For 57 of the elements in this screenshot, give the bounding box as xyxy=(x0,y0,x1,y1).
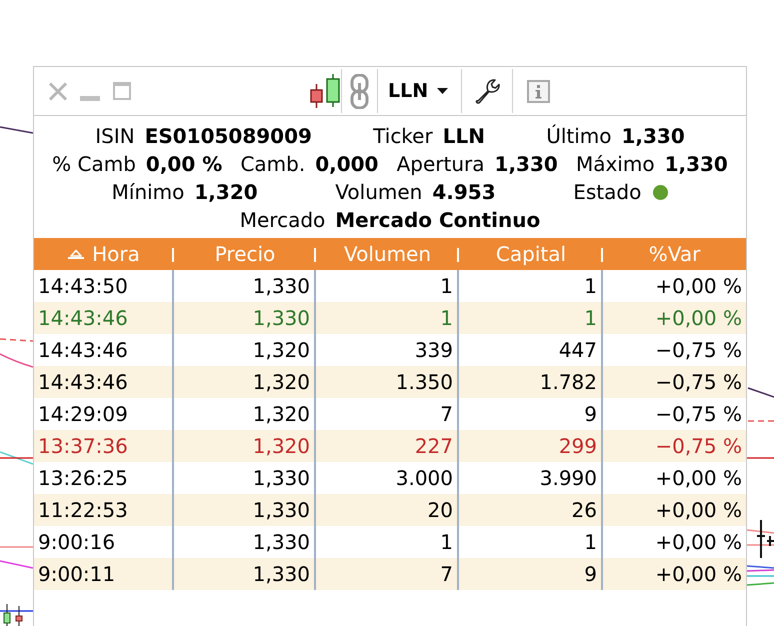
table-cell-text: +0,00 % xyxy=(654,561,743,588)
field-label: Estado xyxy=(573,179,642,206)
table-cell-text: +0,00 % xyxy=(654,529,743,556)
caret-icon xyxy=(437,88,448,94)
link-button[interactable] xyxy=(350,74,369,108)
maximize-button[interactable] xyxy=(113,82,131,100)
table-cell-text: +0,00 % xyxy=(654,305,743,332)
field-label: Apertura xyxy=(396,151,485,178)
field-label: Máximo xyxy=(576,151,655,178)
symbol-dropdown[interactable]: LLN xyxy=(378,67,462,115)
close-icon xyxy=(48,82,68,100)
field-label: Ticker xyxy=(373,123,433,150)
table-cell-text: −0,75 % xyxy=(654,433,743,460)
field-value: 4.953 xyxy=(432,179,496,206)
column-header[interactable]: Capital xyxy=(459,238,603,270)
field-label: Mínimo xyxy=(112,179,184,206)
field-value: ES0105089009 xyxy=(144,123,312,150)
minimize-button[interactable] xyxy=(80,96,100,100)
field-label: ISIN xyxy=(95,123,135,150)
table-cell: 9:00:11 xyxy=(34,558,174,590)
close-button[interactable] xyxy=(48,82,68,100)
table-cell: 1,330 xyxy=(174,558,316,590)
field-value: LLN xyxy=(442,123,485,150)
chart-button[interactable] xyxy=(310,74,341,108)
column-header[interactable]: Volumen xyxy=(316,238,459,270)
field-label: Volumen xyxy=(335,179,422,206)
column-header[interactable]: Precio xyxy=(174,238,316,270)
field-value: 1,330 xyxy=(664,151,728,178)
table-cell-text: +0,00 % xyxy=(654,497,743,524)
table-cell-text: +0,00 % xyxy=(654,273,743,300)
candlestick-icon xyxy=(310,74,341,108)
field-label: Mercado xyxy=(240,207,326,234)
field-value: 0,000 xyxy=(315,151,378,178)
field-label: % Camb xyxy=(52,151,136,178)
sort-ascending-icon xyxy=(68,249,84,259)
field-label: Último xyxy=(546,123,612,150)
field-value: 1,320 xyxy=(194,179,258,206)
table-cell-text: −0,75 % xyxy=(654,337,743,364)
field-value: 0,00 % xyxy=(146,151,222,178)
column-header[interactable]: Hora xyxy=(34,238,174,270)
table-cell: 9 xyxy=(459,558,603,590)
info-button[interactable] xyxy=(527,80,550,102)
table-cell-text: +0,00 % xyxy=(654,465,743,492)
field-value: 1,330 xyxy=(494,151,558,178)
wrench-icon xyxy=(475,78,500,104)
table-cell-text: −0,75 % xyxy=(654,369,743,396)
link-icon xyxy=(350,74,369,108)
table-cell: 7 xyxy=(316,558,459,590)
info-icon xyxy=(527,80,550,102)
minimize-icon xyxy=(80,96,100,100)
settings-button[interactable] xyxy=(475,78,500,104)
field-value: 1,330 xyxy=(622,123,685,150)
maximize-icon xyxy=(113,82,131,100)
column-header[interactable]: %Var xyxy=(603,238,746,270)
field-label: Camb. xyxy=(240,151,306,178)
table-cell-text: −0,75 % xyxy=(654,401,743,428)
field-value: Mercado Continuo xyxy=(335,207,540,234)
